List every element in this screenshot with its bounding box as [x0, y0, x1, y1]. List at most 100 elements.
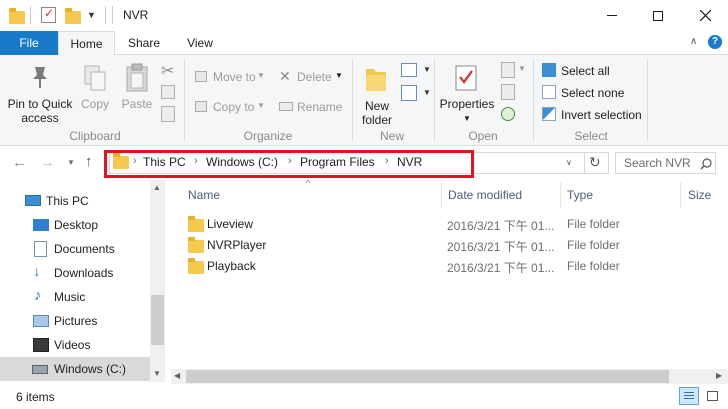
- copy-path-icon[interactable]: [161, 85, 175, 99]
- select-all-icon: [542, 63, 556, 77]
- scroll-up-icon[interactable]: ▲: [153, 183, 161, 192]
- folder-icon: [188, 216, 204, 232]
- column-header-name[interactable]: Name: [188, 188, 220, 202]
- edit-icon[interactable]: [501, 84, 515, 100]
- rename-icon: [279, 102, 293, 111]
- easy-access-icon[interactable]: [401, 85, 417, 101]
- file-name: NVRPlayer: [207, 238, 267, 252]
- search-input[interactable]: Search NVR: [615, 152, 716, 174]
- close-button[interactable]: [682, 0, 728, 31]
- column-divider[interactable]: [441, 182, 442, 208]
- scroll-left-icon[interactable]: ◀: [174, 371, 180, 380]
- minimize-icon: [607, 15, 617, 16]
- easy-access-dropdown-icon[interactable]: ▼: [423, 88, 431, 97]
- folder-icon: [188, 258, 204, 274]
- maximize-button[interactable]: [635, 0, 681, 31]
- tab-file[interactable]: File: [0, 31, 58, 55]
- nav-item-this-pc[interactable]: This PC: [0, 189, 150, 213]
- recent-locations-icon[interactable]: ▼: [67, 158, 75, 167]
- select-all-button[interactable]: Select all: [540, 62, 650, 80]
- file-date: 2016/3/21 下午 01...: [447, 219, 555, 233]
- move-to-label: Move to: [213, 70, 256, 84]
- help-icon[interactable]: ?: [708, 35, 722, 49]
- new-folder-label-2: folder: [361, 113, 393, 127]
- copy-label: Copy: [80, 97, 109, 111]
- window-title: NVR: [123, 8, 149, 22]
- copy-to-button[interactable]: Copy to ▼: [193, 98, 271, 116]
- pin-to-quick-access-button[interactable]: Pin to Quick access: [4, 59, 74, 125]
- open-group-label: Open: [468, 129, 498, 143]
- column-divider[interactable]: [680, 182, 681, 208]
- file-type: File folder: [567, 238, 620, 252]
- file-row[interactable]: Liveview 2016/3/21 下午 01... File folder: [182, 214, 728, 235]
- paste-shortcut-icon[interactable]: [161, 106, 175, 122]
- nav-item-windows-c[interactable]: Windows (C:): [0, 357, 150, 381]
- clipboard-group-label: Clipboard: [69, 129, 121, 143]
- paste-label: Paste: [121, 97, 153, 111]
- minimize-button[interactable]: [589, 0, 635, 31]
- maximize-icon: [653, 10, 663, 21]
- scroll-right-icon[interactable]: ▶: [716, 371, 722, 380]
- paste-button[interactable]: Paste: [118, 59, 156, 119]
- new-item-dropdown-icon[interactable]: ▼: [423, 65, 431, 74]
- new-item-icon[interactable]: [401, 63, 417, 77]
- file-name: Liveview: [207, 217, 254, 231]
- tab-home[interactable]: Home: [58, 31, 115, 56]
- nav-item-music[interactable]: ♪ Music: [0, 285, 150, 309]
- nav-item-downloads[interactable]: ↓ Downloads: [0, 261, 150, 285]
- up-arrow-icon[interactable]: ↑: [85, 153, 93, 170]
- details-view-button[interactable]: [679, 387, 699, 405]
- tab-view[interactable]: View: [178, 31, 222, 55]
- invert-selection-button[interactable]: Invert selection: [540, 106, 650, 124]
- nav-item-desktop[interactable]: Desktop: [0, 213, 150, 237]
- ribbon: Pin to Quick access Copy Paste ✂ Clipboa…: [0, 55, 728, 146]
- file-name: Playback: [207, 259, 256, 273]
- documents-icon: [34, 241, 47, 257]
- file-row[interactable]: NVRPlayer 2016/3/21 下午 01... File folder: [182, 235, 728, 256]
- file-row[interactable]: Playback 2016/3/21 下午 01... File folder: [182, 256, 728, 277]
- nav-scroll-thumb[interactable]: [151, 295, 164, 345]
- group-separator: [352, 59, 353, 141]
- nav-scrollbar[interactable]: ▲ ▼: [150, 180, 165, 382]
- divider: [112, 6, 113, 24]
- column-divider[interactable]: [560, 182, 561, 208]
- pin-icon: [33, 67, 47, 88]
- column-header-date-modified[interactable]: Date modified: [448, 188, 522, 202]
- nav-label: Windows (C:): [54, 362, 127, 376]
- rename-button[interactable]: Rename: [277, 98, 345, 116]
- history-icon[interactable]: [501, 107, 515, 121]
- new-folder-button[interactable]: New folder: [357, 59, 397, 127]
- delete-button[interactable]: ✕ Delete ▼: [277, 68, 345, 86]
- scroll-down-icon[interactable]: ▼: [153, 369, 161, 378]
- refresh-icon[interactable]: ↻: [589, 154, 601, 171]
- rename-label: Rename: [297, 100, 343, 114]
- cut-icon[interactable]: ✂: [161, 61, 174, 81]
- copy-to-icon: [195, 101, 207, 112]
- move-to-button[interactable]: Move to ▼: [193, 68, 271, 86]
- open-icon[interactable]: [501, 62, 515, 78]
- nav-item-videos[interactable]: Videos: [0, 333, 150, 357]
- collapse-ribbon-icon[interactable]: ∧: [690, 36, 697, 47]
- new-folder-qa-icon[interactable]: [65, 8, 81, 24]
- customize-qa-dropdown-icon[interactable]: ▼: [87, 10, 96, 20]
- column-header-type[interactable]: Type: [567, 188, 593, 202]
- forward-arrow-icon[interactable]: →: [40, 154, 55, 171]
- nav-label: Documents: [54, 242, 115, 256]
- tab-share[interactable]: Share: [120, 31, 168, 55]
- select-group-label: Select: [574, 129, 608, 143]
- properties-button[interactable]: Properties ▼: [438, 59, 496, 125]
- open-dropdown-icon[interactable]: ▼: [518, 64, 526, 73]
- nav-item-documents[interactable]: Documents: [0, 237, 150, 261]
- address-dropdown-icon[interactable]: ∨: [566, 158, 572, 167]
- close-icon: [699, 10, 711, 21]
- copy-button[interactable]: Copy: [78, 59, 112, 119]
- nav-item-pictures[interactable]: Pictures: [0, 309, 150, 333]
- select-none-button[interactable]: Select none: [540, 84, 650, 102]
- properties-qa-icon[interactable]: ✓: [41, 6, 56, 23]
- back-arrow-icon[interactable]: ←: [12, 154, 27, 171]
- column-header-size[interactable]: Size: [688, 188, 711, 202]
- delete-icon: ✕: [279, 68, 291, 84]
- paste-icon: [126, 63, 148, 92]
- large-icons-view-button[interactable]: [704, 388, 722, 404]
- horizontal-scroll-thumb[interactable]: [186, 370, 669, 383]
